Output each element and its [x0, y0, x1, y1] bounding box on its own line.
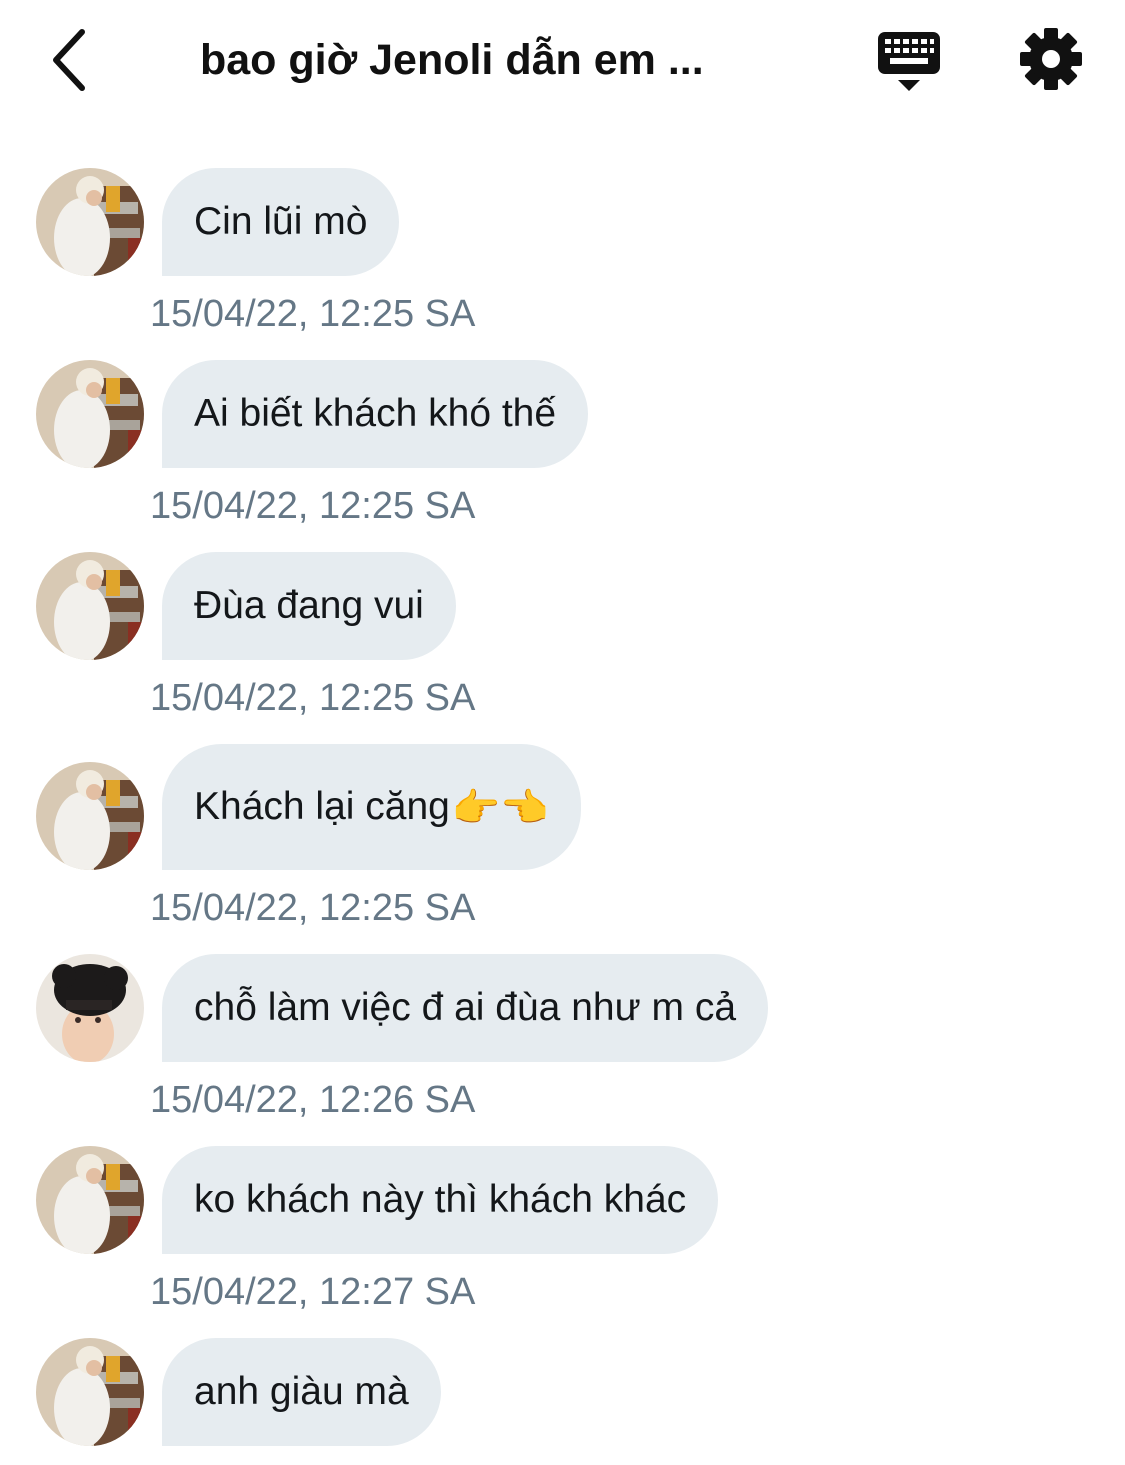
message-timestamp: 15/04/22, 12:25 SA	[150, 485, 476, 527]
conversation-header: bao giờ Jenoli dẫn em ...	[0, 0, 1125, 120]
message-timestamp: 15/04/22, 12:27 SA	[150, 1271, 476, 1313]
message-text: chỗ làm việc đ ai đùa như m cả	[194, 986, 737, 1029]
message-bubble[interactable]: ko khách này thì khách khác	[162, 1146, 719, 1254]
user-photo-icon	[36, 762, 144, 870]
message-bubble[interactable]: Đùa đang vui	[162, 552, 456, 660]
avatar-user-a[interactable]	[36, 360, 144, 468]
message-timestamp: 15/04/22, 12:25 SA	[150, 677, 476, 719]
user-photo-icon	[36, 1146, 144, 1254]
user-photo-icon	[36, 168, 144, 276]
message-text: Khách lại căng	[194, 785, 450, 828]
gear-icon	[1020, 28, 1082, 90]
message-timestamp: 15/04/22, 12:26 SA	[150, 1079, 476, 1121]
avatar-user-a[interactable]	[36, 1146, 144, 1254]
message-timestamp: 15/04/22, 12:25 SA	[150, 887, 476, 929]
message-bubble[interactable]: Ai biết khách khó thế	[162, 360, 589, 468]
message-bubble[interactable]: anh giàu mà	[162, 1338, 441, 1446]
message-bubble[interactable]: Khách lại căng👉👈	[162, 744, 581, 870]
avatar-user-a[interactable]	[36, 168, 144, 276]
message-bubble[interactable]: Cin lũi mò	[162, 168, 400, 276]
message-text: ko khách này thì khách khác	[194, 1178, 687, 1221]
message-text: Ai biết khách khó thế	[194, 392, 557, 435]
message-text: Cin lũi mò	[194, 200, 368, 243]
avatar-user-a[interactable]	[36, 552, 144, 660]
user-photo-icon	[36, 1338, 144, 1446]
user-photo-icon	[36, 552, 144, 660]
avatar-user-b[interactable]	[36, 954, 144, 1062]
user-photo-icon	[36, 954, 144, 1062]
chevron-left-icon	[53, 29, 85, 91]
keyboard-button[interactable]	[874, 28, 944, 94]
avatar-user-a[interactable]	[36, 1338, 144, 1446]
message-bubble[interactable]: chỗ làm việc đ ai đùa như m cả	[162, 954, 769, 1062]
keyboard-icon	[878, 32, 940, 91]
back-button[interactable]	[40, 28, 96, 92]
message-timestamp: 15/04/22, 12:25 SA	[150, 293, 476, 335]
message-text: anh giàu mà	[194, 1370, 409, 1413]
avatar-user-a[interactable]	[36, 762, 144, 870]
user-photo-icon	[36, 360, 144, 468]
settings-button[interactable]	[1018, 26, 1088, 92]
conversation-title[interactable]: bao giờ Jenoli dẫn em ...	[200, 30, 780, 90]
pointing-fingers-emoji: 👉👈	[451, 786, 549, 830]
message-text: Đùa đang vui	[194, 584, 424, 627]
